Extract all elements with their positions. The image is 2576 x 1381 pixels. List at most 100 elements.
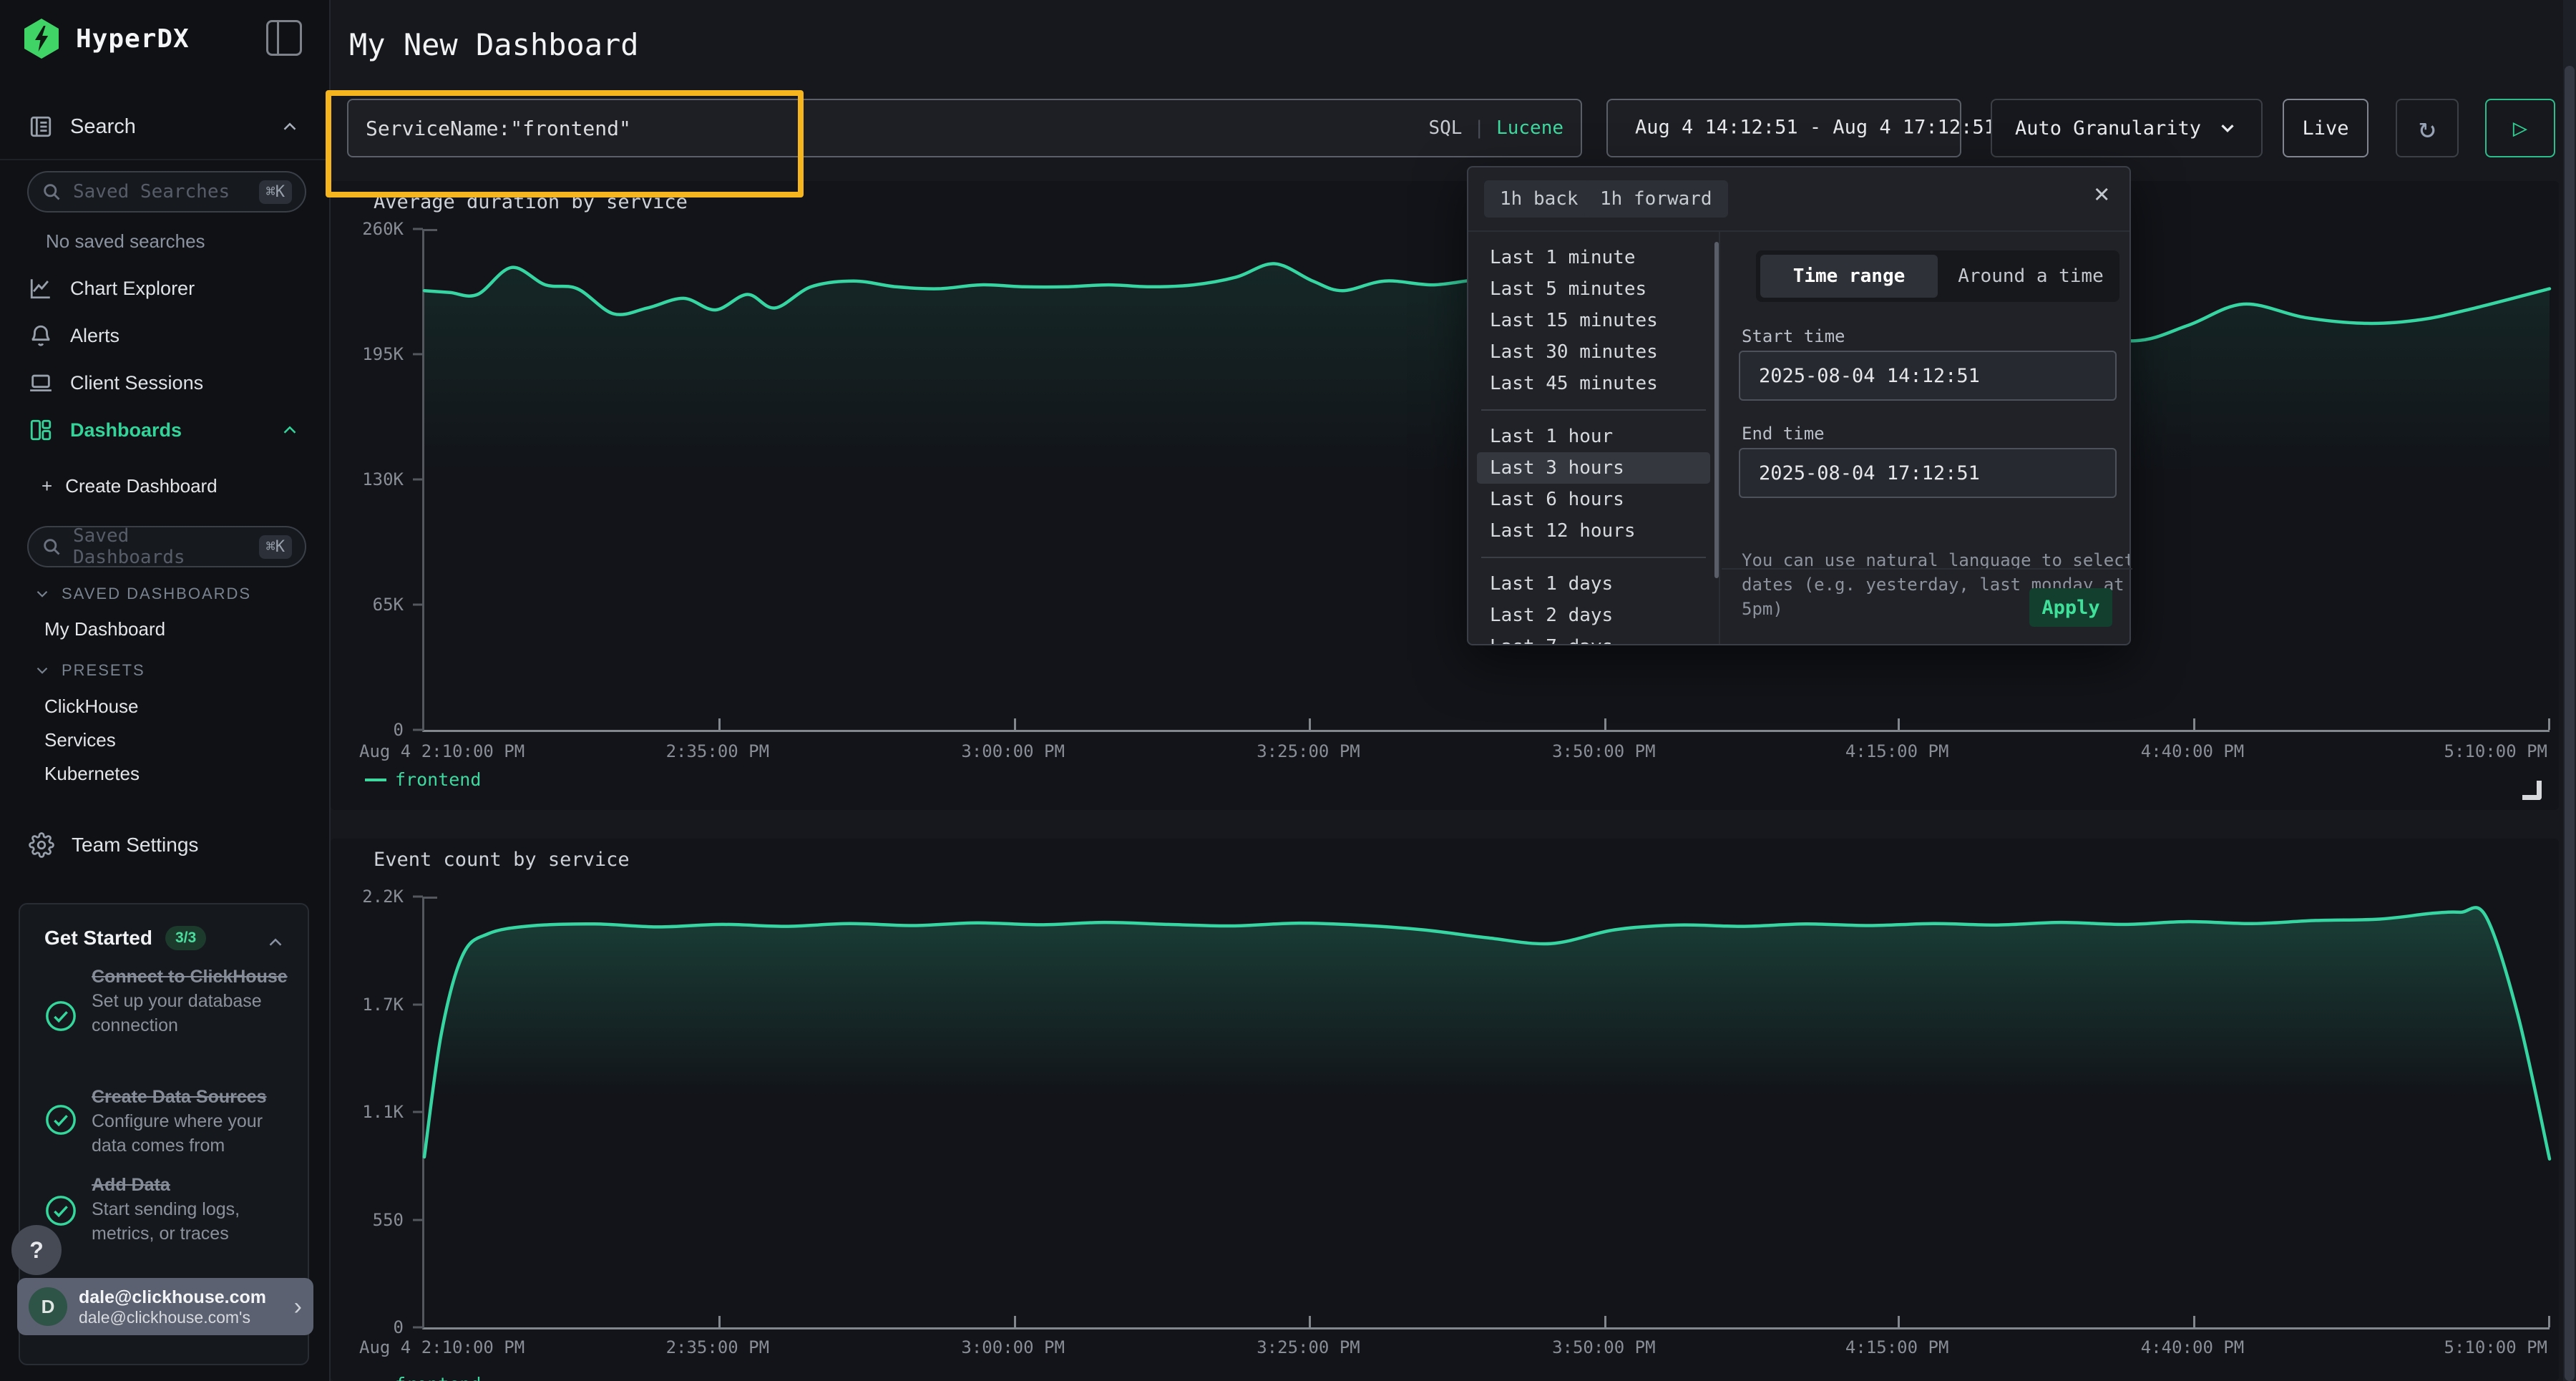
refresh-icon: ↻ (2419, 112, 2436, 145)
sidebar-item-services[interactable]: Services (44, 729, 116, 751)
sidebar-item-alerts[interactable]: Alerts (0, 314, 329, 357)
time-range-option[interactable]: Last 45 minutes (1477, 368, 1710, 399)
sidebar-collapse-icon[interactable] (266, 20, 302, 56)
live-button[interactable]: Live (2283, 99, 2368, 157)
end-time-label: End time (1742, 424, 1825, 444)
scrollbar-thumb[interactable] (1714, 242, 1719, 578)
x-tick-label: 5:10:00 PM (2444, 1337, 2548, 1357)
scrollbar-track[interactable] (2563, 0, 2576, 1381)
lucene-toggle[interactable]: Lucene (1496, 117, 1563, 139)
legend-line-swatch (365, 779, 386, 781)
y-tick-label: 0 (394, 1317, 404, 1337)
chart-plot-area[interactable] (422, 897, 2550, 1329)
y-tick-mark (413, 1219, 423, 1221)
get-started-item[interactable]: Connect to ClickHouse Set up your databa… (92, 965, 292, 1038)
x-tick-label: 3:00:00 PM (961, 741, 1065, 761)
x-tick-mark (1309, 718, 1311, 730)
y-tick-label: 2.2K (362, 887, 404, 907)
time-range-option[interactable]: Last 12 hours (1477, 515, 1710, 547)
time-range-input[interactable]: Aug 4 14:12:51 - Aug 4 17:12:51 d (1606, 99, 1961, 157)
time-range-option[interactable]: Last 5 minutes (1477, 273, 1710, 305)
plus-icon: + (42, 475, 52, 497)
y-tick-label: 0 (394, 720, 404, 740)
x-tick-mark (2193, 1316, 2195, 1327)
refresh-button[interactable]: ↻ (2396, 99, 2459, 157)
y-tick-mark (413, 896, 423, 898)
saved-dashboards-input[interactable]: Saved Dashboards ⌘K (27, 526, 306, 567)
series-area (424, 907, 2550, 1327)
lang-separator: | (1473, 117, 1485, 139)
time-range-option[interactable]: Last 30 minutes (1477, 336, 1710, 368)
sidebar-item-chart-explorer[interactable]: Chart Explorer (0, 267, 329, 310)
search-icon (42, 537, 62, 557)
shift-forward-button[interactable]: 1h forward (1584, 180, 1728, 218)
x-tick-mark (1604, 1316, 1606, 1327)
shift-back-button[interactable]: 1h back (1484, 180, 1594, 218)
x-tick-mark (2193, 718, 2195, 730)
tab-time-range[interactable]: Time range (1760, 255, 1938, 298)
time-range-option[interactable]: Last 15 minutes (1477, 305, 1710, 336)
y-axis-labels: 2.2K1.7K1.1K5500 (331, 897, 415, 1327)
sidebar: HyperDX Search Saved Searches ⌘K No save… (0, 0, 331, 1381)
y-tick-label: 550 (373, 1210, 404, 1230)
x-tick-label: 3:00:00 PM (961, 1337, 1065, 1357)
search-section-icon (29, 114, 53, 139)
x-tick-mark (2548, 1316, 2550, 1327)
group-presets[interactable]: PRESETS (33, 661, 145, 680)
x-tick-label: 4:40:00 PM (2141, 1337, 2245, 1357)
run-query-button[interactable]: ▷ (2485, 99, 2555, 157)
close-icon[interactable]: ✕ (2094, 179, 2109, 208)
x-tick-label: 3:50:00 PM (1552, 1337, 1656, 1357)
user-org: dale@clickhouse.com's (79, 1308, 283, 1327)
time-range-option[interactable]: Last 7 days (1477, 631, 1710, 644)
x-tick-label: 2:35:00 PM (666, 741, 770, 761)
time-range-option[interactable]: Last 1 minute (1477, 242, 1710, 273)
get-started-item[interactable]: Add Data Start sending logs, metrics, or… (92, 1173, 299, 1246)
logo[interactable]: HyperDX (21, 17, 190, 60)
user-account-chip[interactable]: D dale@clickhouse.com dale@clickhouse.co… (17, 1278, 313, 1335)
end-time-input[interactable]: 2025-08-04 17:12:51 (1739, 448, 2117, 498)
time-range-option[interactable]: Last 3 hours (1477, 452, 1710, 484)
play-icon: ▷ (2513, 114, 2527, 142)
y-tick-mark (413, 353, 423, 356)
scrollbar-thumb[interactable] (2565, 66, 2575, 1381)
sidebar-item-team-settings[interactable]: Team Settings (0, 824, 329, 867)
y-tick-label: 1.7K (362, 995, 404, 1015)
sidebar-item-clickhouse[interactable]: ClickHouse (44, 696, 139, 718)
x-tick-mark (2548, 718, 2550, 730)
sidebar-item-dashboards[interactable]: Dashboards (0, 409, 329, 452)
help-button[interactable]: ? (11, 1225, 62, 1275)
sidebar-item-my-dashboard[interactable]: My Dashboard (44, 618, 165, 640)
x-tick-label: 2:35:00 PM (666, 1337, 770, 1357)
sql-toggle[interactable]: SQL (1428, 117, 1462, 139)
chart-legend[interactable]: frontend (365, 769, 481, 790)
x-tick-label: 4:15:00 PM (1845, 1337, 1949, 1357)
create-dashboard-button[interactable]: +Create Dashboard (42, 475, 218, 497)
chart-legend[interactable]: frontend (365, 1374, 481, 1381)
apply-button[interactable]: Apply (2029, 588, 2112, 627)
chart-panel-event-count: Event count by service 2.2K1.7K1.1K5500 … (331, 839, 2559, 1381)
tab-around-a-time[interactable]: Around a time (1942, 255, 2119, 298)
list-divider (1481, 409, 1706, 411)
x-axis-labels: Aug 4 2:10:00 PM2:35:00 PM3:00:00 PM3:25… (422, 741, 2547, 763)
time-range-option[interactable]: Last 1 hour (1477, 421, 1710, 452)
panel-resize-handle[interactable] (2522, 781, 2542, 800)
start-time-input[interactable]: 2025-08-04 14:12:51 (1739, 351, 2117, 401)
x-tick-label: Aug 4 2:10:00 PM (359, 741, 525, 761)
time-range-option[interactable]: Last 6 hours (1477, 484, 1710, 515)
chevron-down-icon (33, 661, 52, 680)
granularity-select[interactable]: Auto Granularity (1991, 99, 2263, 157)
sidebar-item-kubernetes[interactable]: Kubernetes (44, 763, 140, 785)
get-started-item[interactable]: Create Data Sources Configure where your… (92, 1085, 299, 1158)
time-range-option[interactable]: Last 1 days (1477, 568, 1710, 600)
x-tick-mark (718, 718, 721, 730)
saved-searches-input[interactable]: Saved Searches ⌘K (27, 171, 306, 213)
chevron-up-icon[interactable] (265, 932, 286, 953)
saved-searches-placeholder: Saved Searches (73, 181, 248, 202)
sidebar-item-search[interactable]: Search (0, 105, 329, 148)
time-range-option[interactable]: Last 2 days (1477, 600, 1710, 631)
x-tick-mark (1898, 718, 1900, 730)
group-saved-dashboards[interactable]: SAVED DASHBOARDS (33, 585, 251, 603)
sidebar-item-client-sessions[interactable]: Client Sessions (0, 361, 329, 404)
y-tick-label: 65K (373, 595, 404, 615)
